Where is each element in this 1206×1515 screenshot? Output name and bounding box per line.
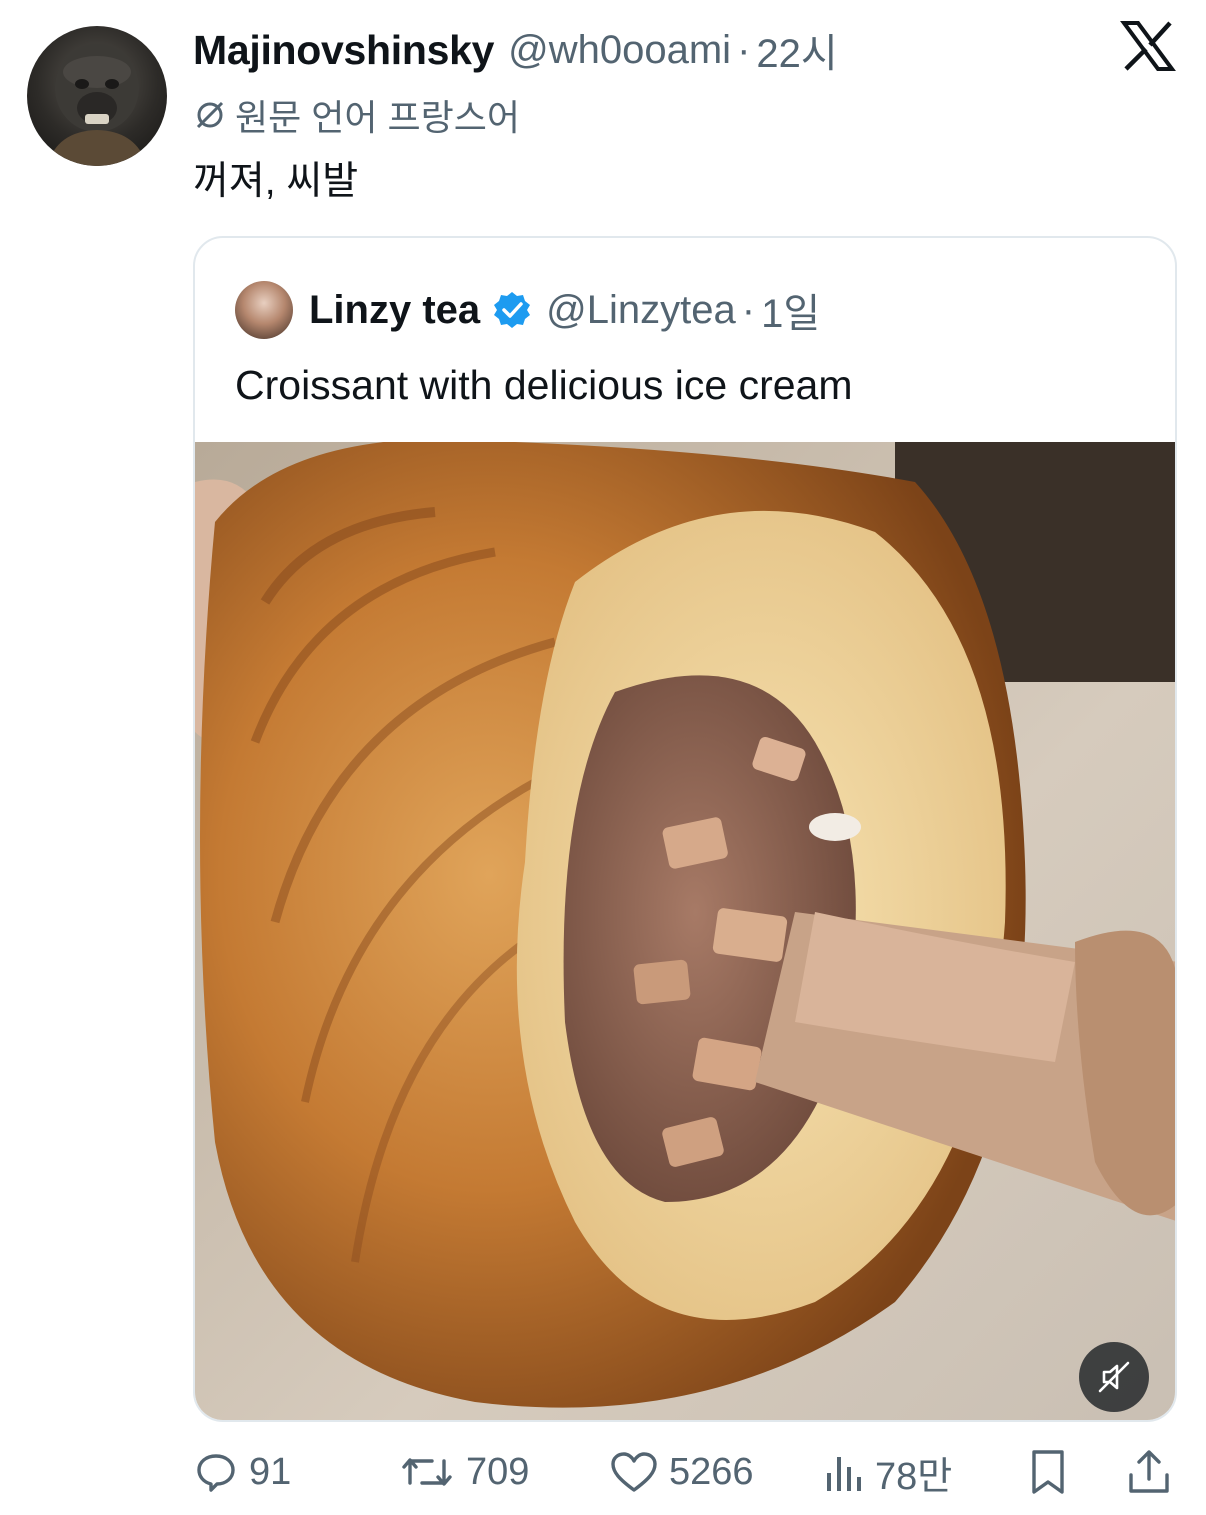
- quoted-tweet-card[interactable]: Linzy tea @Linzytea · 1일 Croissant with …: [193, 236, 1177, 1422]
- quoted-author-avatar[interactable]: [235, 281, 293, 339]
- croissant-video-media[interactable]: [195, 442, 1177, 1422]
- quoted-author-display-name[interactable]: Linzy tea: [309, 288, 480, 333]
- tweet-action-bar: 91 709 5266 78만: [193, 1444, 1177, 1500]
- tweet-header: Majinovshinsky @wh0ooami · 22시: [193, 22, 838, 78]
- bookmark-icon: [1032, 1450, 1064, 1494]
- views-count: 78만: [875, 1455, 953, 1498]
- translation-note[interactable]: 원문 언어 프랑스어: [193, 92, 520, 138]
- heart-icon: [611, 1452, 657, 1492]
- bookmark-button[interactable]: [1025, 1444, 1081, 1500]
- mute-icon: [1098, 1361, 1130, 1393]
- mute-button[interactable]: [1079, 1342, 1149, 1412]
- share-icon: [1129, 1450, 1169, 1493]
- author-handle[interactable]: @wh0ooami: [508, 28, 731, 73]
- verified-badge-icon: [494, 292, 531, 328]
- gorilla-avatar-image: [47, 44, 147, 166]
- separator-dot: ·: [737, 27, 751, 72]
- views-button[interactable]: 78만: [821, 1444, 952, 1500]
- like-count: 5266: [669, 1450, 754, 1493]
- tweet-text: 꺼져, 씨발: [193, 160, 359, 203]
- like-button[interactable]: 5266: [609, 1444, 754, 1500]
- author-display-name[interactable]: Majinovshinsky: [193, 27, 494, 74]
- views-icon: [827, 1457, 861, 1491]
- share-button[interactable]: [1125, 1444, 1183, 1500]
- retweet-count: 709: [466, 1450, 530, 1493]
- quoted-separator-dot: ·: [741, 287, 756, 332]
- reply-count: 91: [249, 1450, 292, 1493]
- reply-icon: [197, 1454, 235, 1492]
- quoted-tweet-timestamp[interactable]: 1일: [761, 281, 820, 339]
- translation-label: 원문 언어 프랑스어: [235, 97, 520, 138]
- translate-icon: [196, 101, 224, 129]
- quoted-author-handle[interactable]: @Linzytea: [546, 288, 736, 333]
- retweet-button[interactable]: 709: [398, 1444, 529, 1500]
- quoted-tweet-header: Linzy tea @Linzytea · 1일: [235, 281, 820, 339]
- x-logo-icon[interactable]: [1120, 20, 1176, 72]
- tweet-timestamp[interactable]: 22시: [756, 21, 837, 79]
- reply-button[interactable]: 91: [193, 1444, 291, 1500]
- retweet-icon: [402, 1458, 452, 1486]
- author-avatar[interactable]: [27, 26, 167, 166]
- quoted-tweet-text: Croissant with delicious ice cream: [235, 362, 853, 408]
